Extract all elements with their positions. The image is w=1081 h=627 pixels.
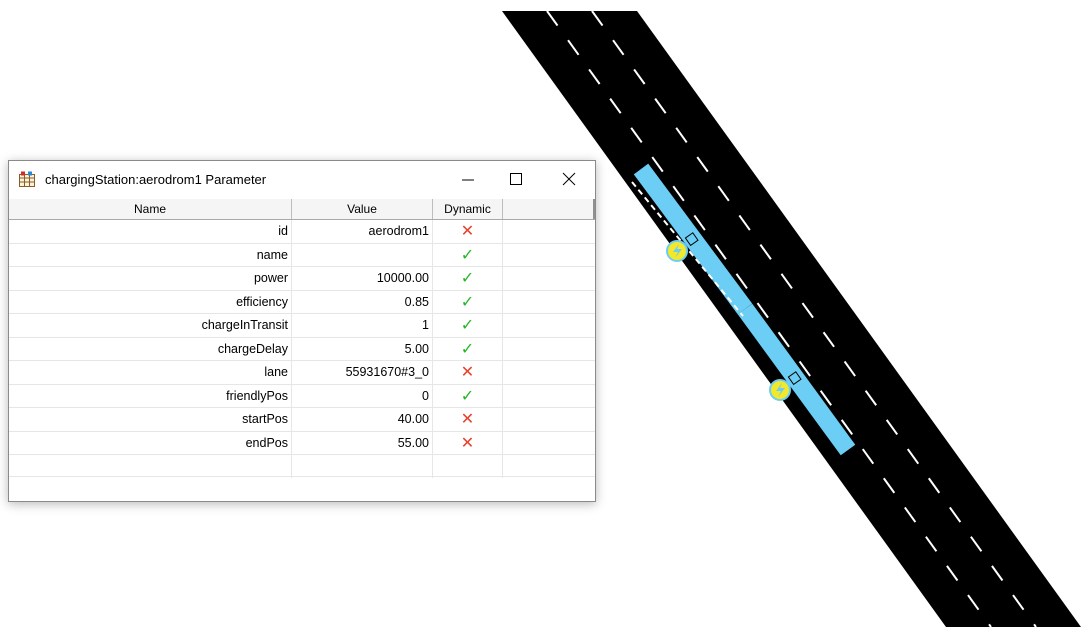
grid-table-icon xyxy=(19,171,35,187)
minimize-icon xyxy=(462,179,474,181)
param-name: power xyxy=(9,267,292,290)
dynamic-cell: ✓ xyxy=(433,384,503,408)
cross-icon: ✕ xyxy=(460,364,475,381)
param-name: efficiency xyxy=(9,290,292,314)
param-value[interactable]: 55.00 xyxy=(292,431,433,455)
check-icon: ✓ xyxy=(460,270,475,287)
window-title: chargingStation:aerodrom1 Parameter xyxy=(45,172,267,187)
charging-station-icon[interactable] xyxy=(769,379,791,401)
table-row[interactable]: friendlyPos 0 ✓ xyxy=(9,384,595,408)
param-value[interactable]: 55931670#3_0 xyxy=(292,361,433,384)
check-icon: ✓ xyxy=(460,293,475,311)
check-icon: ✓ xyxy=(460,340,475,358)
dynamic-cell: ✓ xyxy=(433,314,503,337)
table-row[interactable]: power 10000.00 ✓ xyxy=(9,267,595,291)
dynamic-cell: ✓ xyxy=(433,337,503,361)
maximize-icon xyxy=(510,173,522,185)
maximize-button[interactable] xyxy=(493,161,539,197)
charging-station-icon[interactable] xyxy=(666,240,688,262)
table-row[interactable]: lane 55931670#3_0 ✕ xyxy=(9,361,595,385)
column-header-dynamic[interactable]: Dynamic xyxy=(433,199,503,219)
param-value[interactable]: 0.85 xyxy=(292,290,433,314)
dynamic-cell: ✓ xyxy=(433,243,503,267)
table-row[interactable]: chargeInTransit 1 ✓ xyxy=(9,314,595,338)
table-row-empty xyxy=(9,455,595,478)
check-icon: ✓ xyxy=(460,387,475,405)
column-header-name[interactable]: Name xyxy=(9,199,292,219)
parameter-dialog[interactable]: chargingStation:aerodrom1 Parameter Name… xyxy=(8,160,596,502)
dynamic-cell: ✕ xyxy=(433,431,503,455)
cross-icon: ✕ xyxy=(460,434,475,452)
parameter-table[interactable]: Name Value Dynamic id aerodrom1 ✕ name ✓ powe… xyxy=(9,199,595,478)
close-icon xyxy=(562,172,576,186)
param-name: lane xyxy=(9,361,292,384)
table-row[interactable]: name ✓ xyxy=(9,243,595,267)
dynamic-cell: ✕ xyxy=(433,220,503,243)
dynamic-cell: ✕ xyxy=(433,408,503,431)
check-icon: ✓ xyxy=(460,317,475,334)
check-icon: ✓ xyxy=(460,246,475,264)
cross-icon: ✕ xyxy=(460,223,475,240)
param-value[interactable]: 40.00 xyxy=(292,408,433,431)
param-name: chargeDelay xyxy=(9,337,292,361)
table-row[interactable]: chargeDelay 5.00 ✓ xyxy=(9,337,595,361)
param-value[interactable]: 1 xyxy=(292,314,433,337)
dynamic-cell: ✕ xyxy=(433,361,503,384)
title-bar[interactable]: chargingStation:aerodrom1 Parameter xyxy=(9,161,595,197)
column-header-value[interactable]: Value xyxy=(292,199,433,219)
minimize-button[interactable] xyxy=(445,161,491,197)
param-value[interactable]: 5.00 xyxy=(292,337,433,361)
table-row[interactable]: efficiency 0.85 ✓ xyxy=(9,290,595,314)
param-name: name xyxy=(9,243,292,267)
param-value[interactable]: 0 xyxy=(292,384,433,408)
table-row[interactable]: id aerodrom1 ✕ xyxy=(9,220,595,244)
cross-icon: ✕ xyxy=(460,411,475,428)
table-body: id aerodrom1 ✕ name ✓ power 10000.00 ✓ efficienc… xyxy=(9,220,595,455)
param-name: friendlyPos xyxy=(9,384,292,408)
param-name: id xyxy=(9,220,292,243)
param-name: endPos xyxy=(9,431,292,455)
dynamic-cell: ✓ xyxy=(433,267,503,290)
param-name: startPos xyxy=(9,408,292,431)
param-value[interactable]: aerodrom1 xyxy=(292,220,433,243)
column-header-empty xyxy=(503,199,595,219)
dynamic-cell: ✓ xyxy=(433,290,503,314)
param-value[interactable]: 10000.00 xyxy=(292,267,433,290)
param-value[interactable] xyxy=(292,243,433,267)
close-button[interactable] xyxy=(546,161,592,197)
table-header: Name Value Dynamic xyxy=(9,199,595,220)
table-row[interactable]: startPos 40.00 ✕ xyxy=(9,408,595,432)
param-name: chargeInTransit xyxy=(9,314,292,337)
table-row[interactable]: endPos 55.00 ✕ xyxy=(9,431,595,455)
